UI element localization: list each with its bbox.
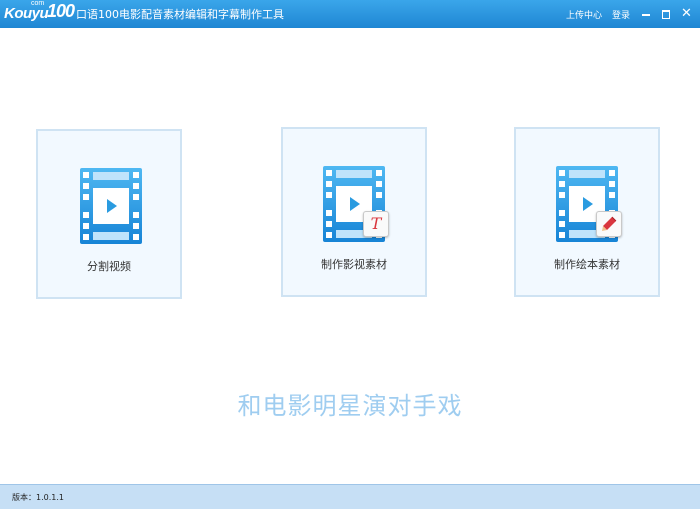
logo-com: com <box>31 0 45 7</box>
upload-center-link[interactable]: 上传中心 <box>566 8 602 21</box>
split-video-label: 分割视频 <box>87 260 131 273</box>
make-film-material-card[interactable]: T 制作影视素材 <box>281 127 427 297</box>
slogan: 和电影明星演对手戏 <box>237 392 463 420</box>
pencil-icon <box>602 216 617 231</box>
make-film-material-label: 制作影视素材 <box>321 258 387 271</box>
text-badge: T <box>363 211 389 237</box>
status-bar: 版本：1.0.1.1 <box>0 484 700 509</box>
make-picture-book-label: 制作绘本素材 <box>554 258 620 271</box>
title-bar: Kouyu com 100 口语100电影配音素材编辑和字幕制作工具 上传中心 … <box>0 0 700 28</box>
maximize-icon <box>662 10 670 19</box>
logo-text: Kouyu <box>4 5 49 22</box>
maximize-button[interactable] <box>658 6 674 22</box>
close-icon: ✕ <box>681 6 692 21</box>
pencil-badge <box>596 211 622 237</box>
version-text: 版本：1.0.1.1 <box>12 493 64 502</box>
text-t-icon: T <box>370 214 382 233</box>
make-picture-book-card[interactable]: 制作绘本素材 <box>514 127 660 297</box>
close-button[interactable]: ✕ <box>678 6 694 22</box>
split-video-card[interactable]: 分割视频 <box>36 129 182 299</box>
kouyu100-logo: Kouyu com 100 <box>4 0 75 27</box>
titlebar-actions: 上传中心 登录 ✕ <box>566 0 694 28</box>
minimize-button[interactable] <box>638 6 654 22</box>
logo-number: 100 <box>47 1 75 21</box>
window-title: 口语100电影配音素材编辑和字幕制作工具 <box>76 8 284 21</box>
film-icon <box>80 168 142 244</box>
login-link[interactable]: 登录 <box>612 8 630 21</box>
minimize-icon <box>642 14 650 16</box>
